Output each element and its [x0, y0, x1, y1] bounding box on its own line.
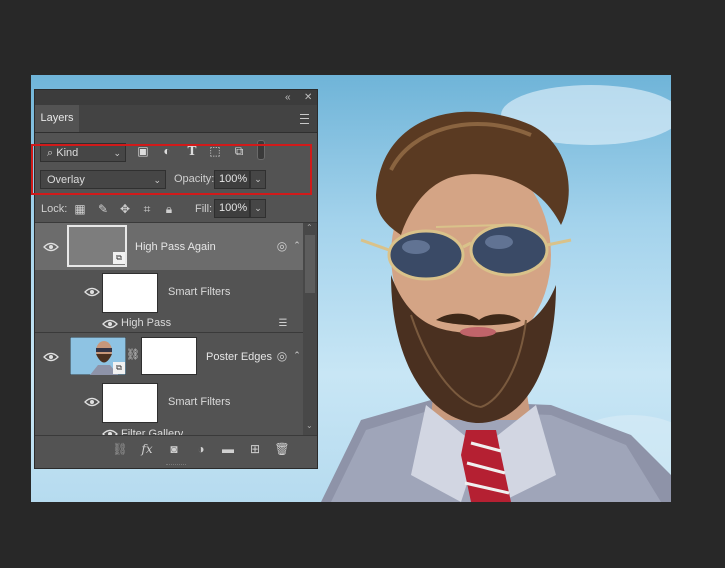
fx-icon[interactable]: fx: [139, 442, 155, 456]
lock-artboard-icon[interactable]: ⌗: [140, 202, 154, 216]
smart-filter-mask-thumbnail[interactable]: [102, 383, 158, 423]
lock-position-icon[interactable]: ✥: [118, 202, 132, 216]
resize-grip[interactable]: [166, 464, 186, 467]
new-layer-icon[interactable]: ⊞: [247, 442, 263, 456]
layer-mask-thumbnail[interactable]: [141, 337, 197, 375]
highlight-annotation: [31, 144, 312, 195]
layers-scrollbar[interactable]: ⌃ ⌄: [303, 223, 317, 435]
fill-chevron-icon[interactable]: ⌄: [250, 199, 266, 218]
smart-filters-label[interactable]: Smart Filters: [168, 286, 230, 298]
visibility-eye-icon[interactable]: [84, 287, 100, 297]
collapse-icon[interactable]: «: [285, 91, 291, 104]
lock-label: Lock:: [41, 203, 68, 215]
panel-tabbar: Layers: [35, 105, 317, 133]
scrollbar-thumb[interactable]: [305, 235, 315, 293]
fill-input[interactable]: 100%: [214, 199, 250, 218]
visibility-eye-icon[interactable]: [43, 352, 59, 362]
filter-name[interactable]: High Pass: [121, 317, 171, 329]
divider: [35, 332, 317, 333]
panel-menu-icon[interactable]: [300, 114, 309, 124]
scroll-down-icon[interactable]: ⌄: [306, 421, 313, 430]
smart-filter-mask-thumbnail[interactable]: [102, 273, 158, 313]
smart-object-badge-icon: ⧉: [113, 362, 125, 374]
delete-icon[interactable]: 🗑︎: [274, 442, 290, 456]
lock-transparent-icon[interactable]: ▦: [73, 202, 87, 216]
tab-layers[interactable]: Layers: [35, 105, 79, 132]
new-adjustment-icon[interactable]: ◑: [193, 442, 209, 456]
filter-name[interactable]: Filter Gallery: [121, 427, 183, 435]
visibility-eye-icon[interactable]: [84, 397, 100, 407]
layer-name[interactable]: High Pass Again: [135, 241, 216, 253]
fill-label: Fill:: [195, 203, 213, 215]
close-icon[interactable]: ✕: [304, 91, 312, 104]
visibility-eye-icon[interactable]: [43, 242, 59, 252]
filter-blending-options-icon[interactable]: ☰: [275, 317, 291, 331]
scroll-up-icon[interactable]: ⌃: [306, 223, 313, 232]
add-mask-icon[interactable]: ◙: [166, 442, 182, 456]
lock-all-icon[interactable]: 🔒︎: [162, 202, 176, 216]
layers-bottom-toolbar: ⛓ fx ◙ ◑ ▬ ⊞ 🗑︎: [35, 435, 317, 463]
link-layers-icon[interactable]: ⛓: [112, 442, 128, 456]
layer-name[interactable]: Poster Edges: [206, 351, 272, 363]
lock-brush-icon[interactable]: ✎: [96, 202, 110, 216]
link-icon[interactable]: ⛓: [126, 348, 140, 362]
smart-object-badge-icon: ⧉: [113, 252, 125, 264]
smart-filter-indicator-icon[interactable]: ◎: [274, 239, 290, 253]
smart-filter-indicator-icon[interactable]: ◎: [274, 349, 290, 363]
smart-filters-label[interactable]: Smart Filters: [168, 396, 230, 408]
new-group-icon[interactable]: ▬: [220, 442, 236, 456]
visibility-eye-icon[interactable]: [102, 319, 118, 329]
panel-titlebar[interactable]: « ✕: [35, 90, 317, 105]
